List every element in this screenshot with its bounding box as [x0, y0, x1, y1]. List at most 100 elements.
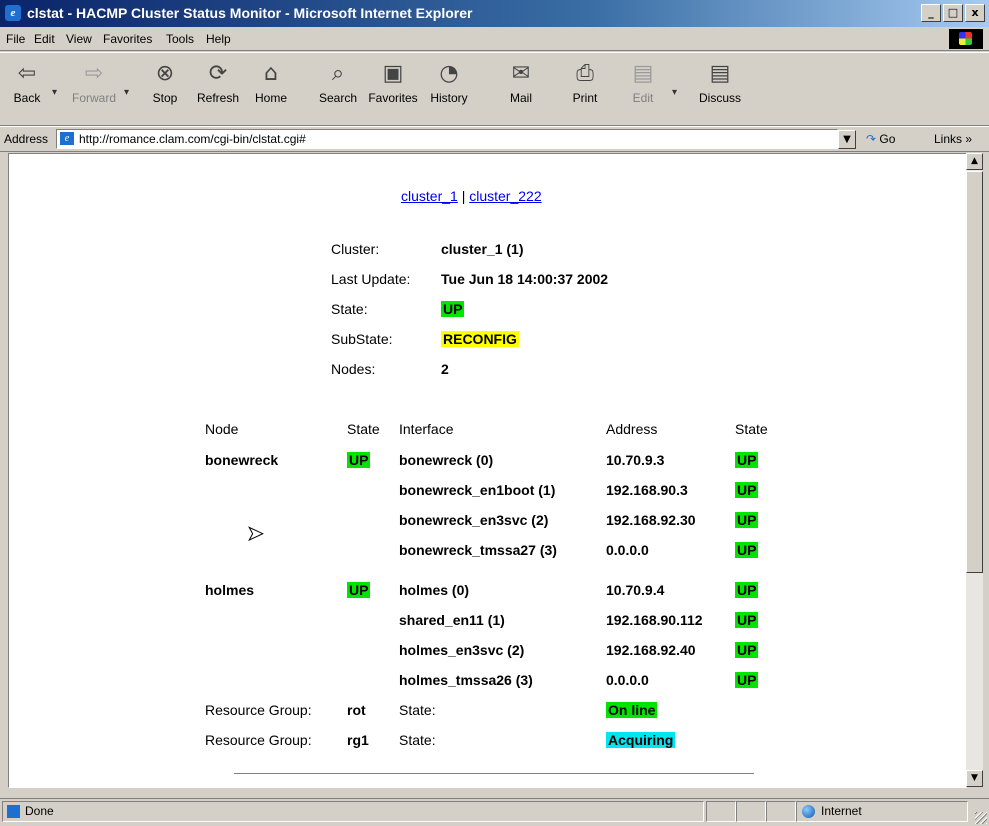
header-state: State: [347, 421, 380, 437]
resource-group-name: rg1: [347, 732, 369, 748]
node-state-badge: UP: [347, 452, 371, 468]
interface-state-badge: UP: [735, 612, 759, 628]
status-bar: Done Internet: [0, 798, 989, 826]
mail-icon: ✉: [511, 61, 531, 86]
search-icon: ⌕: [331, 61, 345, 86]
printer-icon: ⎙: [576, 61, 594, 86]
edit-dropdown-icon[interactable]: ▾: [672, 87, 677, 98]
history-label: History: [430, 91, 468, 105]
menu-favorites[interactable]: Favorites: [103, 32, 152, 46]
interface-state-badge: UP: [735, 582, 759, 598]
forward-label: Forward: [71, 91, 116, 105]
interface-state-badge: UP: [735, 542, 759, 558]
favorites-button[interactable]: ▣ Favorites: [364, 57, 422, 105]
page-content: cluster_1 | cluster_222 Cluster: cluster…: [8, 153, 967, 788]
menu-view[interactable]: View: [66, 32, 92, 46]
edit-button[interactable]: ▤ Edit: [618, 57, 668, 105]
back-dropdown-icon[interactable]: ▾: [52, 87, 57, 98]
interface-name: bonewreck_en3svc (2): [399, 512, 549, 528]
node-state-badge: UP: [347, 582, 371, 598]
menu-help[interactable]: Help: [206, 32, 231, 46]
close-button[interactable]: x: [965, 4, 985, 22]
search-button[interactable]: ⌕ Search: [313, 57, 363, 105]
link-separator: |: [461, 188, 466, 204]
ie-logo-icon: e: [5, 5, 21, 21]
windows-logo-icon: [949, 29, 983, 49]
resize-grip-icon[interactable]: [975, 812, 987, 824]
globe-icon: [802, 805, 815, 818]
horizontal-rule: [234, 773, 754, 775]
history-button[interactable]: ◔ History: [424, 57, 474, 105]
resource-group-state-badge: On line: [606, 702, 658, 718]
interface-address: 192.168.90.112: [606, 612, 703, 628]
home-button[interactable]: ⌂ Home: [246, 57, 296, 105]
stop-label: Stop: [152, 91, 178, 105]
address-label: Address: [4, 132, 49, 146]
back-label: Back: [13, 91, 41, 105]
cluster-value: cluster_1 (1): [441, 241, 524, 257]
favorites-folder-icon: ▣: [382, 61, 404, 86]
status-panel: [766, 801, 796, 822]
interface-name: holmes_tmssa26 (3): [399, 672, 533, 688]
page-done-icon: [7, 805, 20, 818]
interface-state-badge: UP: [735, 452, 759, 468]
scroll-up-button[interactable]: ▲: [966, 153, 983, 170]
window-title: clstat - HACMP Cluster Status Monitor - …: [27, 5, 473, 21]
status-text: Done: [25, 804, 54, 818]
cluster-link-1[interactable]: cluster_1: [401, 188, 458, 204]
forward-button[interactable]: ⇨ Forward: [66, 57, 122, 105]
resource-group-label: Resource Group:: [205, 702, 312, 718]
address-bar: Address e http://romance.clam.com/cgi-bi…: [0, 126, 989, 152]
interface-name: bonewreck_tmssa27 (3): [399, 542, 557, 558]
menu-edit[interactable]: Edit: [34, 32, 55, 46]
scroll-thumb[interactable]: [966, 171, 983, 573]
back-button[interactable]: ⇦ Back: [2, 57, 52, 105]
nodes-value: 2: [441, 361, 449, 377]
print-button[interactable]: ⎙ Print: [560, 57, 610, 105]
resource-group-state-label: State:: [399, 702, 436, 718]
go-arrow-icon: ↷: [866, 132, 877, 146]
header-address: Address: [606, 421, 658, 437]
favorites-label: Favorites: [368, 91, 418, 105]
maximize-button[interactable]: □: [943, 4, 963, 22]
interface-name: holmes (0): [399, 582, 470, 598]
interface-state-badge: UP: [735, 672, 759, 688]
toolbar: ⇦ Back ▾ ⇨ Forward ▾ ⊗ Stop ⟳ Refresh ⌂ …: [0, 52, 989, 126]
substate-label: SubState:: [331, 331, 393, 347]
interface-address: 10.70.9.4: [606, 582, 665, 598]
go-button[interactable]: ↷ Go: [866, 132, 895, 146]
interface-state-badge: UP: [735, 512, 759, 528]
address-input[interactable]: e http://romance.clam.com/cgi-bin/clstat…: [56, 129, 838, 149]
vertical-scrollbar[interactable]: ▲ ▼: [966, 153, 983, 787]
discuss-button[interactable]: ▤ Discuss: [690, 57, 750, 105]
address-dropdown-button[interactable]: ▼: [838, 130, 856, 149]
window-controls: _ □ x: [921, 4, 985, 22]
mail-button[interactable]: ✉ Mail: [496, 57, 546, 105]
edit-label: Edit: [632, 91, 654, 105]
interface-name: shared_en11 (1): [399, 612, 505, 628]
minimize-button[interactable]: _: [921, 4, 941, 22]
status-panel: [706, 801, 736, 822]
resource-group-state-badge: Acquiring: [606, 732, 676, 748]
scroll-down-button[interactable]: ▼: [966, 770, 983, 787]
substate-badge: RECONFIG: [441, 331, 519, 347]
interface-address: 192.168.92.30: [606, 512, 696, 528]
cluster-state-badge: UP: [441, 301, 465, 317]
forward-dropdown-icon[interactable]: ▾: [124, 87, 129, 98]
node-name: holmes: [205, 582, 255, 598]
interface-state-badge: UP: [735, 642, 759, 658]
zone-text: Internet: [821, 804, 862, 818]
title-bar[interactable]: e clstat - HACMP Cluster Status Monitor …: [0, 0, 989, 27]
menu-bar: File Edit View Favorites Tools Help: [0, 28, 989, 51]
cluster-link-222[interactable]: cluster_222: [469, 188, 541, 204]
status-panel: [736, 801, 766, 822]
stop-button[interactable]: ⊗ Stop: [140, 57, 190, 105]
menu-file[interactable]: File: [6, 32, 25, 46]
mouse-pointer-icon: ➤: [247, 521, 265, 546]
links-button[interactable]: Links »: [934, 132, 972, 146]
home-label: Home: [254, 91, 287, 105]
refresh-button[interactable]: ⟳ Refresh: [193, 57, 243, 105]
menu-tools[interactable]: Tools: [166, 32, 194, 46]
resource-group-name: rot: [347, 702, 366, 718]
security-zone-panel: Internet: [796, 801, 968, 822]
